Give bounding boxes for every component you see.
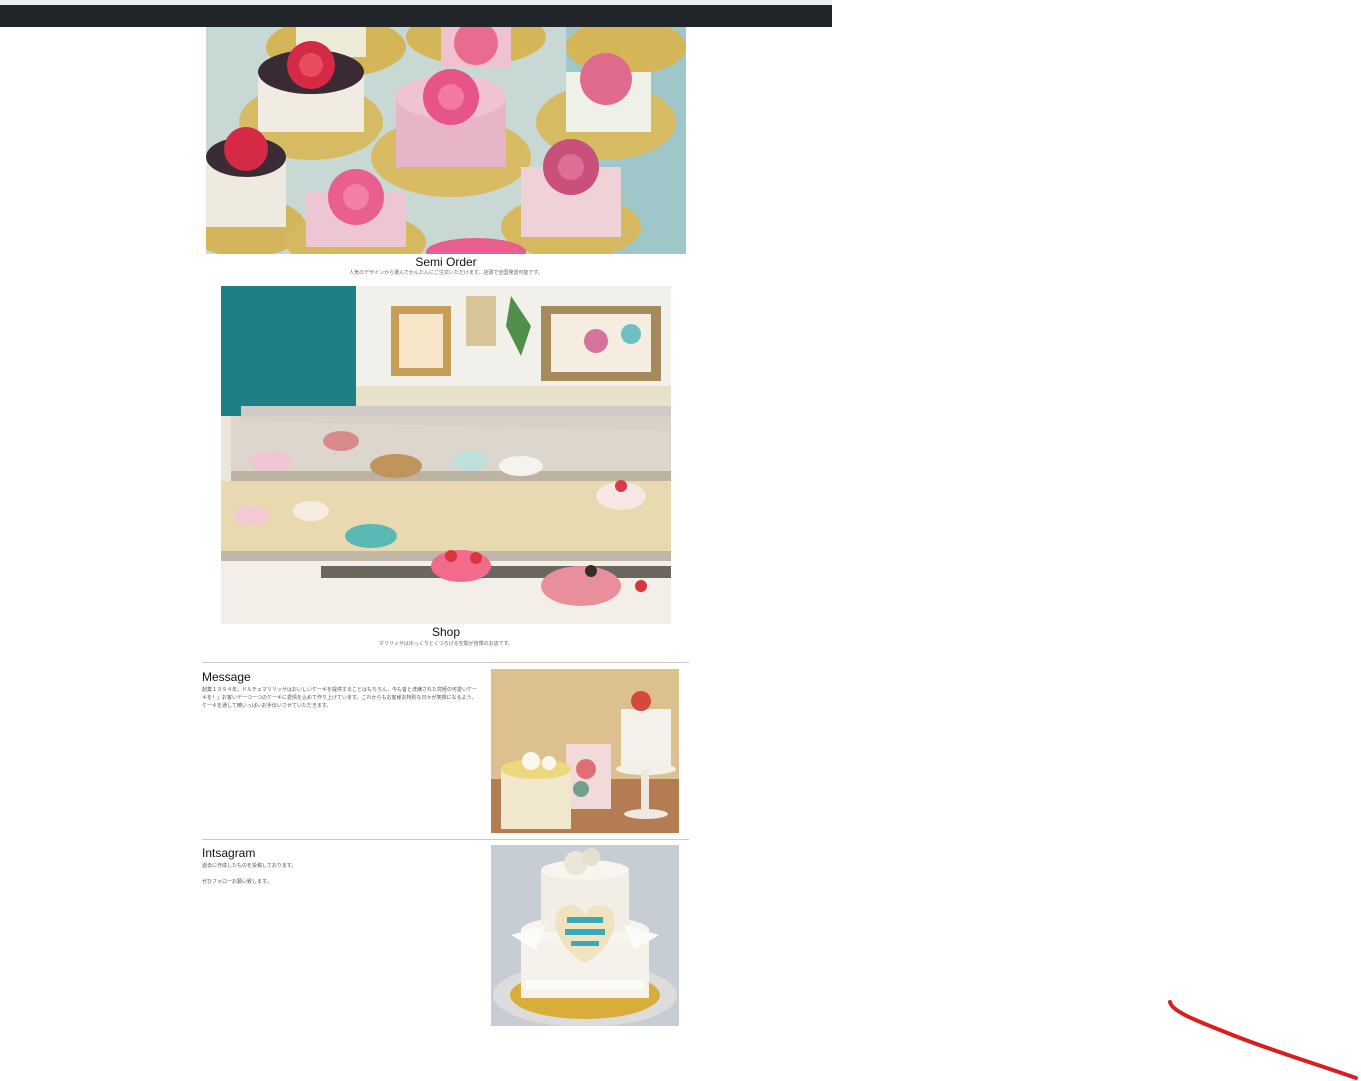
instagram-text-2: ぜひフォローお願い致します。 [202,879,272,885]
divider [202,839,689,840]
semi-order-title: Semi Order [415,255,477,269]
semi-order-image [206,27,686,254]
message-text: 創業１９９４年。ドルチェマリリッサはおいしいケーキを提供することはもちろん、今も… [202,687,478,709]
instagram-title: Intsagram [202,846,256,860]
message-title: Message [202,670,251,684]
divider [202,662,689,663]
instagram-text-1: 過去に作成したものを投稿しております。 [202,863,297,869]
message-image [491,669,679,833]
navbar [0,5,832,27]
shop-subtitle: マリリッサはゆっくりとくつろげる空間が自慢のお店です。 [378,641,514,647]
red-pen-annotation [1168,1000,1358,1080]
semi-order-subtitle: 人気のデザインから選んでかんたんにご注文いただけます。店頭で全国発送可能です。 [349,270,543,276]
shop-title: Shop [431,625,461,639]
shop-image [221,286,671,624]
instagram-image [491,845,679,1026]
